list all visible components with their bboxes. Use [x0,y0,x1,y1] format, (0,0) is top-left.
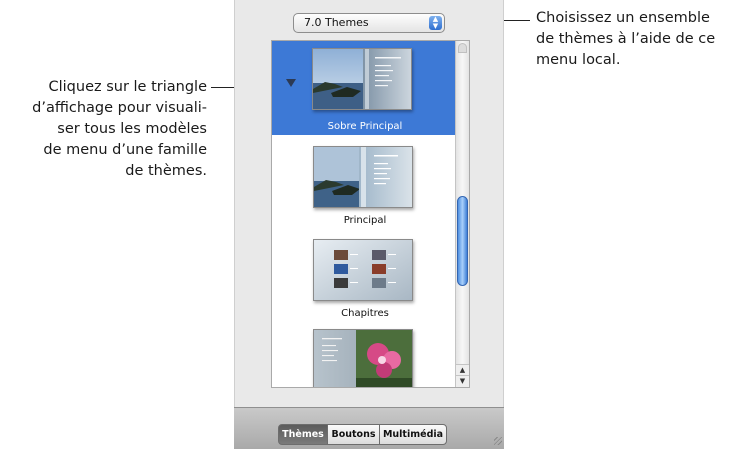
chapters-grid-thumbnail-image [314,240,412,300]
scrollbar-track-cap [458,43,467,53]
tab-buttons[interactable]: Boutons [327,424,380,445]
callout-line: ser tous les modèles [57,121,207,137]
up-down-arrows-icon: ▲ ▼ [429,16,442,30]
popup-selected-value: 7.0 Themes [304,16,369,29]
resize-grip-icon[interactable] [494,437,502,445]
callout-disclosure-triangle: Cliquez sur le triangle d’affichage pour… [32,77,207,182]
theme-name: Chapitres [341,308,389,319]
tab-multimedia[interactable]: Multimédia [379,424,447,445]
pane-tab-switcher: Thèmes Boutons Multimédia [278,424,447,445]
theme-thumbnail[interactable] [313,146,413,208]
disclosure-triangle-icon[interactable] [286,79,296,87]
flower-thumbnail-image [314,330,412,387]
lake-scene-thumbnail-image [313,49,411,109]
callout-line: Cliquez sur le triangle [48,79,208,95]
arrow-down-icon[interactable]: ▼ [456,375,469,387]
callout-line: d’affichage pour visuali- [32,100,207,116]
theme-name: Principal [343,215,387,226]
lake-scene-thumbnail-image [314,147,412,207]
callout-line: de thèmes. [125,163,207,179]
theme-family-popup[interactable]: 7.0 Themes ▲ ▼ [293,13,445,33]
theme-thumbnail[interactable] [313,239,413,301]
callout-line: Choisissez un ensemble [536,10,710,26]
callout-line: de thèmes à l’aide de ce [536,31,716,47]
theme-thumbnail[interactable] [312,48,412,110]
theme-thumbnail[interactable] [313,329,413,387]
callout-line: menu local. [536,52,621,68]
theme-name: Sobre Principal [327,121,403,132]
tab-themes[interactable]: Thèmes [278,424,328,445]
callout-line: de menu d’une famille [43,142,207,158]
theme-list[interactable]: Sobre Principal Principal Chapitres ▲ ▼ [271,40,470,388]
theme-list-scrollbar[interactable]: ▲ ▼ [455,41,469,387]
scrollbar-thumb[interactable] [457,196,468,286]
callout-theme-popup: Choisissez un ensemble de thèmes à l’aid… [536,8,715,71]
